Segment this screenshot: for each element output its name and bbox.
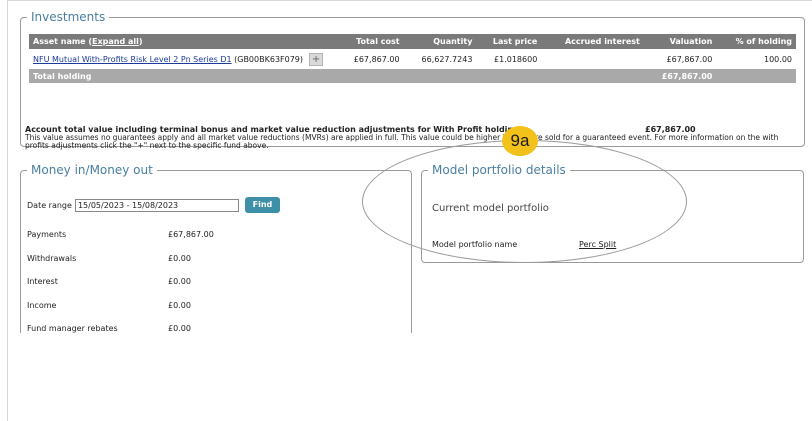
fund-code: (GB00BK63F079) xyxy=(234,54,304,64)
date-range-label: Date range xyxy=(27,200,72,210)
asset-name-header: Asset name (Expand all) xyxy=(29,34,337,49)
income-label: Income xyxy=(27,301,57,310)
account-total-note: This value assumes no guarantees apply a… xyxy=(25,133,779,150)
fund-manager-rebates-value: £0.00 xyxy=(168,324,191,333)
date-range-row: Date range 15/05/2023 - 15/08/2023 Find xyxy=(27,197,280,213)
payments-label: Payments xyxy=(27,230,67,239)
current-model-portfolio: Current model portfolio xyxy=(432,203,549,214)
model-portfolio-name-link[interactable]: Perc Split xyxy=(579,240,616,249)
investments-panel: Investments Asset name (Expand all) Tota… xyxy=(20,10,805,150)
total-cost-header: Total cost xyxy=(337,34,404,49)
model-legend: Model portfolio details xyxy=(432,163,566,177)
account-total: Account total value including terminal b… xyxy=(25,126,801,150)
total-row: Total holding £67,867.00 xyxy=(29,69,796,83)
total-label: Total holding xyxy=(29,69,337,83)
interest-label: Interest xyxy=(27,277,58,286)
model-portfolio-panel: Model portfolio details Current model po… xyxy=(421,163,804,263)
quantity-header: Quantity xyxy=(403,34,477,49)
date-range-input[interactable]: 15/05/2023 - 15/08/2023 xyxy=(74,198,239,212)
income-value: £0.00 xyxy=(168,301,191,310)
table-header-row: Asset name (Expand all) Total cost Quant… xyxy=(29,34,796,49)
accrued-interest-header: Accrued interest xyxy=(541,34,644,49)
payments-value: £67,867.00 xyxy=(168,230,214,239)
withdrawals-value: £0.00 xyxy=(168,254,191,263)
valuation-cell: £67,867.00 xyxy=(666,54,713,64)
fund-name-link[interactable]: NFU Mutual With-Profits Risk Level 2 Pn … xyxy=(33,55,232,64)
investments-legend: Investments xyxy=(31,10,106,24)
last-price-cell: £1.018600 xyxy=(494,54,538,64)
withdrawals-label: Withdrawals xyxy=(27,254,77,263)
find-button[interactable]: Find xyxy=(244,197,280,213)
fund-manager-rebates-label: Fund manager rebates xyxy=(27,324,118,333)
account-total-value: £67,867.00 xyxy=(645,125,696,134)
total-valuation: £67,867.00 xyxy=(643,69,717,83)
fund-cell: NFU Mutual With-Profits Risk Level 2 Pn … xyxy=(29,49,337,69)
quantity-cell: 66,627.7243 xyxy=(421,54,473,64)
accrued-interest-cell xyxy=(541,49,644,69)
model-portfolio-name-label: Model portfolio name xyxy=(432,240,518,249)
annotation-badge: 9a xyxy=(502,126,538,156)
pct-holding-cell: 100.00 xyxy=(764,54,792,64)
pct-holding-header: % of holding xyxy=(716,34,796,49)
interest-value: £0.00 xyxy=(168,277,191,286)
valuation-header: Valuation xyxy=(643,34,717,49)
last-price-header: Last price xyxy=(476,34,542,49)
investments-table: Asset name (Expand all) Total cost Quant… xyxy=(29,34,796,83)
table-row: NFU Mutual With-Profits Risk Level 2 Pn … xyxy=(29,49,796,69)
expand-all-link[interactable]: Expand all xyxy=(92,37,139,46)
money-legend: Money in/Money out xyxy=(31,163,153,177)
total-cost-cell: £67,867.00 xyxy=(353,54,400,64)
money-panel: Money in/Money out Date range 15/05/2023… xyxy=(20,163,412,333)
expand-fund-button[interactable]: + xyxy=(309,52,324,66)
